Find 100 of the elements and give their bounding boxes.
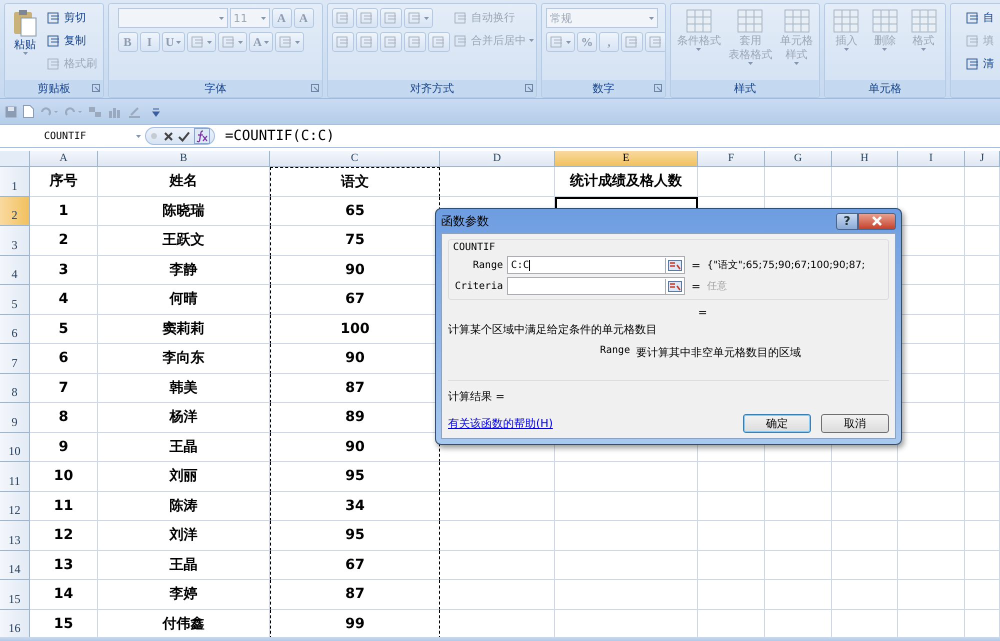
- page-icon[interactable]: [23, 105, 34, 118]
- tool-icon: [649, 35, 663, 49]
- table-cell: 杨洋: [98, 403, 270, 432]
- tool-icon: [966, 34, 980, 48]
- row-header[interactable]: 12: [0, 492, 30, 521]
- table-cell: 刘洋: [98, 521, 270, 550]
- row-header[interactable]: 14: [0, 550, 30, 580]
- table-cell: [765, 462, 832, 492]
- group-footer: [951, 80, 1000, 97]
- name-box[interactable]: COUNTIF: [0, 130, 145, 142]
- bar-chart-icon[interactable]: [108, 106, 122, 118]
- row-header[interactable]: 4: [0, 256, 30, 285]
- equals-sign: =: [690, 280, 702, 292]
- tool-icon: [454, 10, 468, 24]
- tool-icon: [47, 10, 61, 24]
- formula-field[interactable]: =COUNTIF(C:C): [215, 128, 335, 144]
- ribbon-button[interactable]: 复制: [47, 31, 97, 50]
- column-header[interactable]: E: [555, 151, 698, 167]
- table-cell: 2: [30, 226, 98, 256]
- undo-icon[interactable]: [40, 106, 58, 118]
- grid-icon: [832, 8, 860, 34]
- row-header[interactable]: 6: [0, 314, 30, 344]
- close-button[interactable]: [858, 212, 896, 230]
- table-cell: [898, 580, 965, 610]
- table-cell: [965, 314, 1000, 344]
- argument-label: Criteria: [454, 280, 503, 292]
- tool-icon[interactable]: [88, 106, 102, 118]
- row-header[interactable]: 8: [0, 374, 30, 403]
- row-header[interactable]: 13: [0, 521, 30, 550]
- collapse-icon[interactable]: [668, 260, 682, 270]
- result-label: 计算结果 =: [448, 389, 506, 404]
- table-cell: [765, 492, 832, 521]
- table-cell: [698, 492, 765, 521]
- row-header[interactable]: 11: [0, 462, 30, 492]
- help-button[interactable]: ?: [836, 212, 858, 230]
- row-header[interactable]: 15: [0, 580, 30, 610]
- column-header[interactable]: F: [698, 151, 765, 167]
- caret-icon: [260, 16, 266, 20]
- ribbon-button[interactable]: 清: [966, 54, 994, 73]
- function-icon[interactable]: [194, 128, 210, 144]
- save-icon[interactable]: [5, 106, 17, 118]
- row-header[interactable]: 10: [0, 432, 30, 462]
- launcher-icon[interactable]: [92, 84, 100, 92]
- dialog-button[interactable]: 确定: [743, 414, 811, 433]
- help-link[interactable]: 有关该函数的帮助(H): [448, 416, 553, 431]
- table-cell: [965, 432, 1000, 462]
- column-header[interactable]: H: [832, 151, 898, 167]
- customize-icon[interactable]: [152, 106, 160, 116]
- ribbon-button[interactable]: 自: [966, 8, 994, 27]
- table-cell: [965, 196, 1000, 226]
- column-header[interactable]: D: [440, 151, 555, 167]
- argument-result: 任意: [707, 280, 728, 293]
- row-header[interactable]: 2: [0, 196, 30, 226]
- row-header[interactable]: 3: [0, 226, 30, 256]
- tool-icon: [384, 35, 398, 49]
- column-header[interactable]: G: [765, 151, 832, 167]
- table-cell: 4: [30, 285, 98, 314]
- tool-icon: [454, 34, 468, 48]
- group-label: 对齐方式: [410, 81, 454, 96]
- argument-field[interactable]: C:C: [507, 256, 685, 274]
- tool-icon: [408, 11, 422, 25]
- ribbon-button[interactable]: 剪切: [47, 8, 97, 27]
- tool-icon: [408, 35, 422, 49]
- table-cell: 1: [30, 196, 98, 226]
- collapse-icon[interactable]: [668, 280, 682, 292]
- ribbon-button[interactable]: 粘贴: [11, 8, 39, 55]
- clipboard-icon: [12, 8, 38, 38]
- row-header[interactable]: 9: [0, 403, 30, 432]
- column-header[interactable]: C: [270, 151, 440, 167]
- table-cell: 11: [30, 492, 98, 521]
- table-cell: 序号: [30, 167, 98, 196]
- table-cell: 6: [30, 344, 98, 374]
- column-header[interactable]: B: [98, 151, 270, 167]
- table-cell: [965, 344, 1000, 374]
- launcher-icon[interactable]: [311, 84, 319, 92]
- table-cell: [832, 462, 898, 492]
- argument-label: Range: [600, 345, 630, 358]
- row-header[interactable]: 16: [0, 610, 30, 637]
- column-header[interactable]: A: [30, 151, 98, 167]
- dialog-button[interactable]: 取消: [821, 414, 889, 433]
- grid-icon: [782, 8, 811, 34]
- select-all-button[interactable]: [0, 151, 30, 167]
- row-header[interactable]: 7: [0, 344, 30, 374]
- column-header[interactable]: I: [898, 151, 965, 167]
- table-cell: 统计成绩及格人数: [555, 167, 698, 196]
- table-cell: [765, 550, 832, 580]
- caret-icon: [218, 16, 224, 20]
- close-icon[interactable]: [163, 130, 174, 142]
- row-header[interactable]: 5: [0, 285, 30, 314]
- check-icon[interactable]: [178, 130, 190, 142]
- redo-icon[interactable]: [64, 106, 82, 118]
- table-cell: [965, 462, 1000, 492]
- launcher-icon[interactable]: [525, 84, 533, 92]
- table-cell: [698, 521, 765, 550]
- launcher-icon[interactable]: [654, 84, 662, 92]
- column-header[interactable]: J: [965, 151, 1000, 167]
- row-header[interactable]: 1: [0, 167, 30, 196]
- argument-field[interactable]: [507, 277, 685, 295]
- argument-description: 要计算其中非空单元格数目的区域: [636, 345, 802, 360]
- grid-icon: [870, 8, 899, 34]
